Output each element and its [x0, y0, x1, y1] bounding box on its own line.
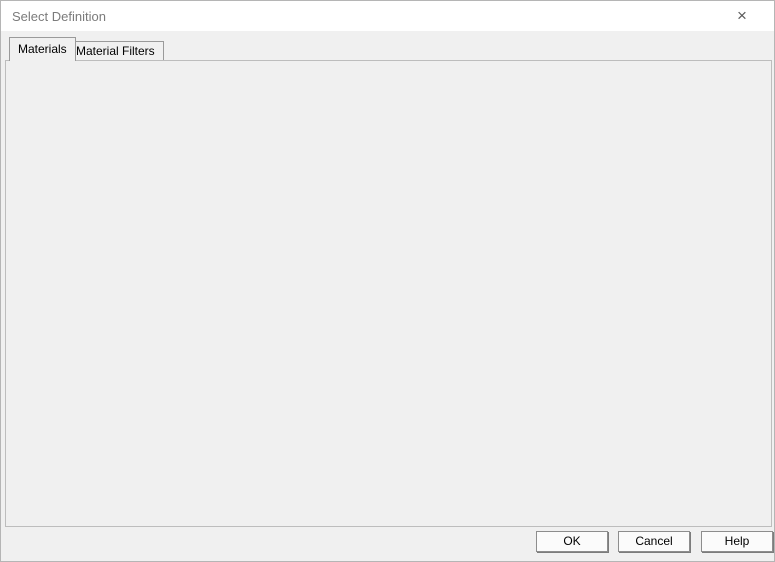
- select-definition-dialog: Select Definition × Materials Material F…: [0, 0, 775, 562]
- ok-button[interactable]: OK: [536, 531, 608, 552]
- tab-page: [5, 60, 772, 527]
- help-button[interactable]: Help: [701, 531, 773, 552]
- title-bar: Select Definition ×: [1, 1, 774, 31]
- tab-material-filters[interactable]: Material Filters: [67, 41, 164, 61]
- cancel-button[interactable]: Cancel: [618, 531, 690, 552]
- dialog-title: Select Definition: [12, 9, 106, 24]
- tab-materials[interactable]: Materials: [9, 37, 76, 61]
- close-icon[interactable]: ×: [727, 3, 757, 29]
